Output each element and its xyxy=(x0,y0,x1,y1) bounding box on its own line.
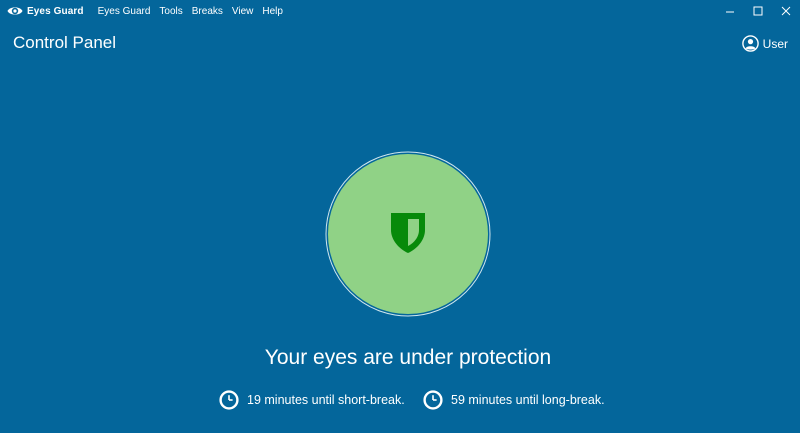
app-logo: Eyes Guard xyxy=(7,0,84,22)
user-label: User xyxy=(762,36,788,51)
status-message: Your eyes are under protection xyxy=(264,346,552,369)
long-break-timer: 59 minutes until long-break. xyxy=(423,389,605,411)
menu-breaks[interactable]: Breaks xyxy=(192,6,223,17)
maximize-button[interactable] xyxy=(744,0,772,22)
close-icon xyxy=(781,6,791,16)
eye-icon xyxy=(7,7,23,15)
page-title: Control Panel xyxy=(13,33,117,52)
close-button[interactable] xyxy=(772,0,800,22)
minimize-button[interactable] xyxy=(716,0,744,22)
app-name: Eyes Guard xyxy=(27,5,84,17)
menu-tools[interactable]: Tools xyxy=(159,6,182,17)
menu-view[interactable]: View xyxy=(232,6,254,17)
menu-eyes-guard[interactable]: Eyes Guard xyxy=(98,6,151,17)
short-break-text: 19 minutes until short-break. xyxy=(247,393,405,407)
menu-bar: Eyes Guard Tools Breaks View Help xyxy=(98,6,292,17)
clock-icon xyxy=(219,390,239,410)
minimize-icon xyxy=(726,11,734,13)
header: Control Panel User xyxy=(0,30,800,60)
protection-status-indicator xyxy=(325,151,491,317)
long-break-text: 59 minutes until long-break. xyxy=(451,393,605,407)
user-icon xyxy=(741,35,759,52)
break-timers: 19 minutes until short-break. 59 minutes… xyxy=(0,389,800,411)
window-controls xyxy=(716,0,800,22)
title-bar: Eyes Guard Eyes Guard Tools Breaks View … xyxy=(0,0,800,22)
clock-icon xyxy=(423,390,443,410)
short-break-timer: 19 minutes until short-break. xyxy=(219,389,405,411)
maximize-icon xyxy=(753,6,763,16)
user-button[interactable]: User xyxy=(741,35,788,52)
menu-help[interactable]: Help xyxy=(262,6,283,17)
